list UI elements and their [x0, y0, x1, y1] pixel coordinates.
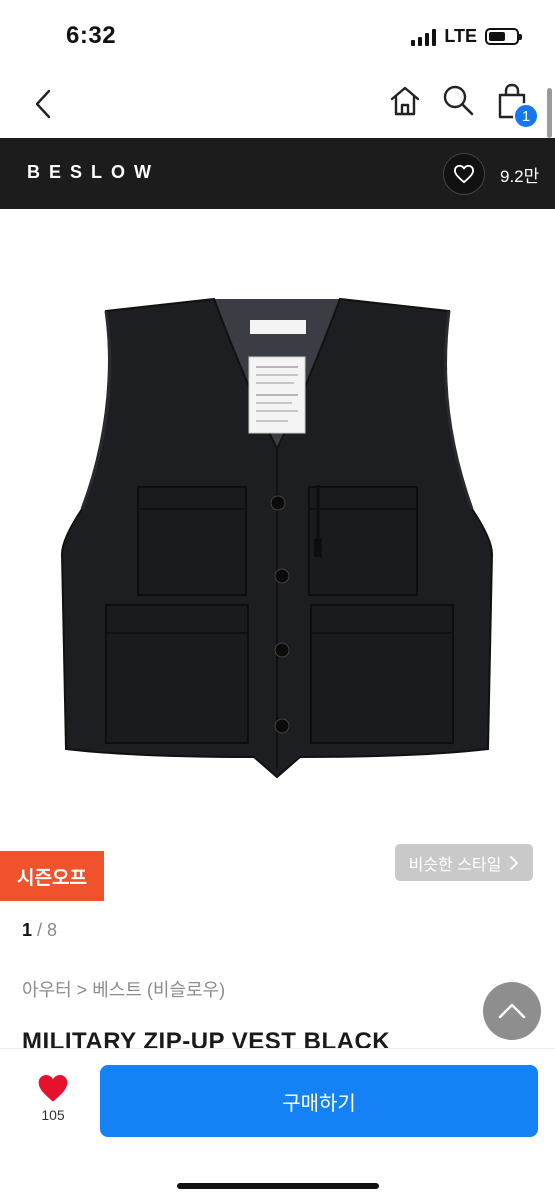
heart-filled-icon [38, 1075, 68, 1102]
brand-like-button[interactable] [443, 153, 485, 195]
wishlist-button[interactable]: 105 [22, 1073, 84, 1123]
similar-style-button[interactable]: 비슷한 스타일 [395, 844, 533, 881]
network-label: LTE [444, 26, 477, 46]
pager-total: 8 [47, 920, 58, 940]
season-off-badge: 시즌오프 [0, 851, 104, 901]
scroll-to-top-button[interactable] [483, 982, 541, 1040]
status-icons: LTE [411, 26, 522, 47]
purchase-bar: 105 구매하기 [0, 1048, 555, 1200]
similar-style-label: 비슷한 스타일 [408, 856, 502, 874]
home-button[interactable] [388, 84, 424, 120]
buy-button[interactable]: 구매하기 [100, 1065, 538, 1137]
chevron-right-icon [510, 855, 519, 870]
brand-like-count: 9.2만 [500, 167, 540, 186]
status-bar: 6:32 LTE [0, 0, 555, 70]
vest-image [60, 297, 494, 779]
image-pager: 1 / 8 [22, 920, 57, 941]
cart-count-badge: 1 [513, 103, 539, 129]
heart-outline-icon [453, 164, 474, 184]
home-indicator [177, 1183, 379, 1189]
battery-icon [485, 28, 522, 45]
back-button[interactable] [26, 84, 60, 124]
pager-separator: / [37, 920, 48, 940]
chevron-left-icon [35, 89, 51, 119]
signal-icon [411, 28, 437, 46]
product-image[interactable] [0, 209, 555, 834]
scrollbar[interactable] [547, 88, 552, 138]
home-icon [390, 86, 420, 116]
top-navigation: 1 [0, 70, 555, 138]
category-breadcrumb[interactable]: 아우터 > 베스트 (비슬로우) [22, 976, 225, 1002]
wishlist-count: 105 [41, 1107, 65, 1123]
pager-current: 1 [22, 920, 33, 940]
search-icon [443, 85, 474, 116]
status-time: 6:32 [66, 22, 117, 49]
chevron-up-icon [498, 1003, 526, 1019]
product-title: MILITARY ZIP-UP VEST BLACK [22, 1028, 391, 1050]
search-button[interactable] [441, 83, 477, 119]
brand-bar: BESLOW 9.2만 [0, 138, 555, 209]
brand-name-link[interactable]: BESLOW [27, 162, 160, 183]
